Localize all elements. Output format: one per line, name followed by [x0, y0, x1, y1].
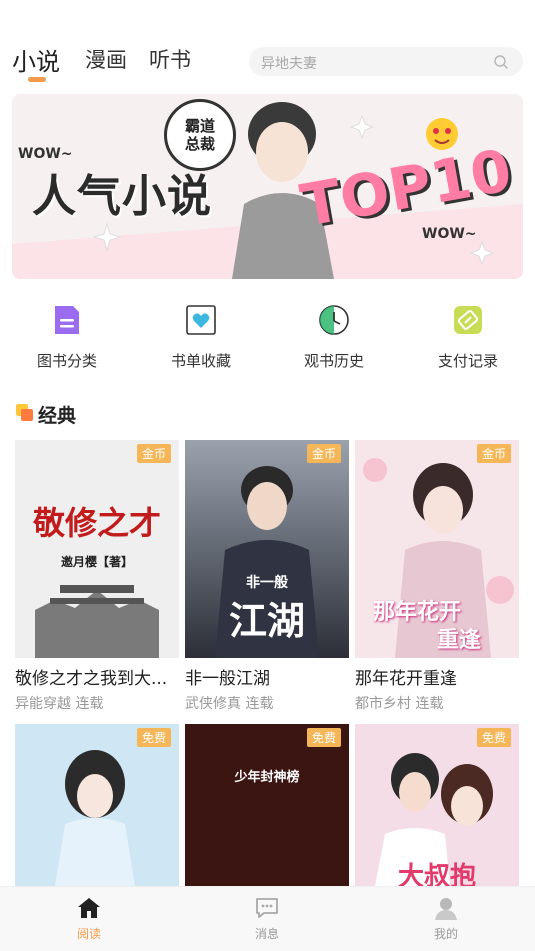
heart-icon	[186, 305, 216, 335]
book-card[interactable]: 金币 那年花开 重逢 那年花开重逢 都市乡村 连载	[355, 440, 519, 713]
book-meta: 武侠修真 连载	[185, 696, 274, 712]
banner-badge-line2: 总裁	[184, 135, 215, 153]
clock-icon	[319, 305, 349, 335]
banner-badge-line1: 霸道	[184, 117, 215, 135]
section-marker-icon	[21, 409, 33, 421]
price-badge: 免费	[306, 728, 341, 747]
banner-headline: 人气小说	[32, 171, 212, 222]
active-tab-indicator	[28, 77, 46, 82]
shortcut-booklist-favorites[interactable]: 书单收藏	[146, 300, 256, 371]
price-badge: 免费	[476, 728, 511, 747]
cover-subtitle: 重逢	[436, 628, 481, 653]
book-cover[interactable]: 金币 那年花开 重逢	[355, 440, 519, 658]
nav-read[interactable]: 阅读	[44, 895, 134, 942]
search-input[interactable]: 异地夫妻	[249, 47, 523, 76]
cover-author: 邀月樱【著】	[60, 555, 133, 569]
book-card[interactable]: 免费 大叔抱	[355, 724, 519, 886]
shortcut-book-category[interactable]: 图书分类	[12, 300, 122, 371]
search-icon[interactable]	[493, 54, 509, 70]
section-title: 经典	[38, 405, 77, 427]
shortcut-label: 书单收藏	[170, 352, 231, 370]
book-cover[interactable]: 金币 敬修之才 邀月樱【著】	[15, 440, 179, 658]
book-cover[interactable]: 金币 非一般 江湖	[185, 440, 349, 658]
nav-messages[interactable]: 消息	[222, 895, 312, 942]
bottom-navigation: 阅读 消息 我的	[0, 886, 535, 951]
nav-label: 我的	[433, 927, 458, 941]
cover-subtitle: 非一般	[246, 575, 288, 591]
price-badge: 金币	[476, 444, 511, 463]
cover-title: 江湖	[228, 599, 305, 643]
book-cover[interactable]: 免费	[15, 724, 179, 886]
profile-icon	[435, 898, 457, 920]
promo-banner[interactable]: 霸道 总裁 WOW~ 人气小说 TOP10 WOW~	[12, 94, 523, 279]
book-title: 那年花开重逢	[355, 669, 457, 689]
cover-art	[15, 724, 179, 886]
price-badge: 免费	[136, 728, 171, 747]
shortcut-label: 支付记录	[437, 352, 498, 370]
shortcut-payment-records[interactable]: 支付记录	[413, 300, 523, 371]
top-bar: 小说 漫画 听书 异地夫妻	[0, 0, 535, 90]
book-cover[interactable]: 免费 少年封神榜	[185, 724, 349, 886]
book-meta: 异能穿越 连载	[15, 696, 104, 712]
ticket-icon	[454, 306, 482, 334]
book-card[interactable]: 免费 少年封神榜	[185, 724, 349, 886]
nav-profile[interactable]: 我的	[401, 895, 491, 942]
banner-wow-right: WOW~	[422, 226, 477, 242]
nav-label: 消息	[254, 927, 279, 941]
book-title: 非一般江湖	[185, 669, 270, 689]
tab-audiobook[interactable]: 听书	[149, 44, 191, 74]
search-placeholder: 异地夫妻	[261, 56, 317, 72]
price-badge: 金币	[306, 444, 341, 463]
shortcut-label: 图书分类	[36, 352, 97, 370]
nav-label: 阅读	[76, 927, 101, 941]
tab-comic[interactable]: 漫画	[85, 44, 127, 74]
book-meta: 都市乡村 连载	[355, 696, 444, 712]
home-icon	[78, 898, 100, 918]
message-icon	[256, 898, 278, 918]
book-card[interactable]: 免费	[15, 724, 179, 886]
document-icon	[55, 306, 79, 334]
cover-title: 少年封神榜	[234, 770, 300, 785]
book-title: 敬修之才之我到大...	[15, 669, 168, 689]
price-badge: 金币	[136, 444, 171, 463]
book-card[interactable]: 金币 非一般 江湖 非一般江湖 武侠修真 连载	[185, 440, 349, 713]
book-cover[interactable]: 免费 大叔抱	[355, 724, 519, 886]
cover-title: 大叔抱	[397, 862, 476, 886]
shortcut-label: 观书历史	[303, 352, 364, 370]
shortcut-reading-history[interactable]: 观书历史	[279, 300, 389, 371]
shortcut-grid: 图书分类 书单收藏 观书历史 支付记录	[0, 300, 535, 375]
cover-art	[15, 440, 179, 658]
tab-novel[interactable]: 小说	[12, 42, 60, 77]
cover-title: 敬修之才	[32, 504, 161, 542]
book-card[interactable]: 金币 敬修之才 邀月樱【著】 敬修之才之我到大... 异能穿越 连载	[15, 440, 179, 713]
